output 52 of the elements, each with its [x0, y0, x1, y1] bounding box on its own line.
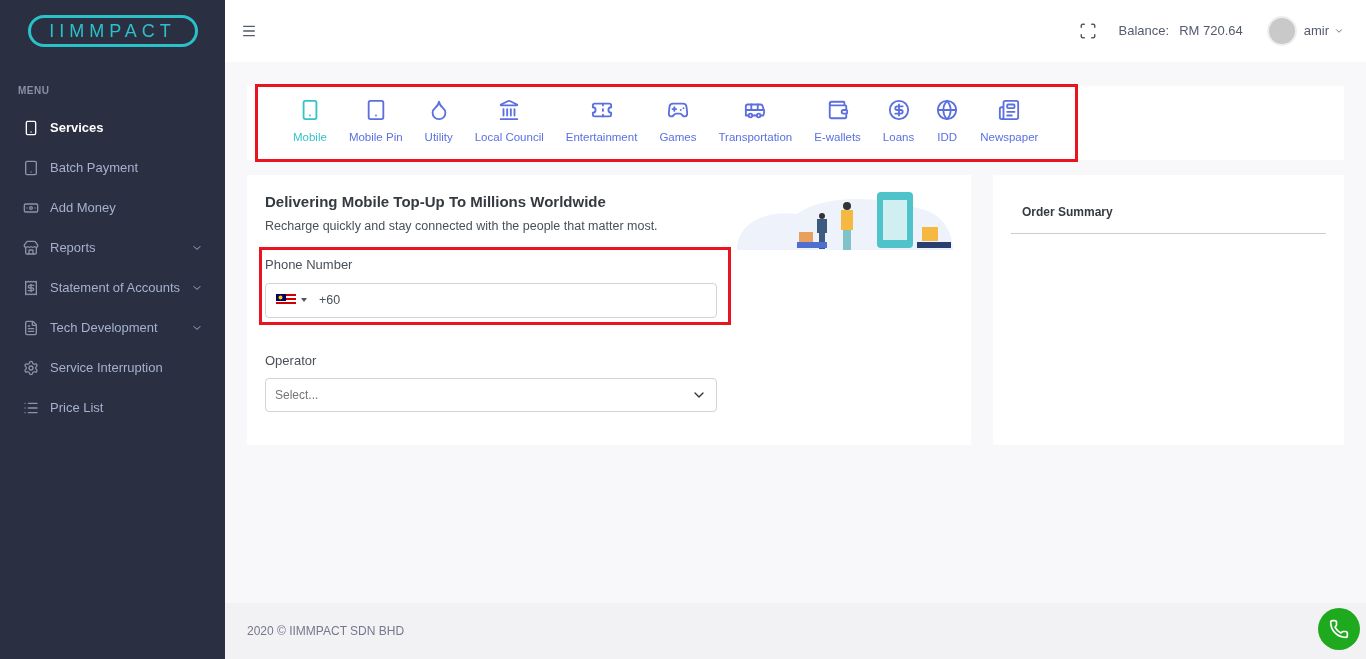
service-tab[interactable]: Loans [871, 99, 926, 147]
sidebar-item[interactable]: Statement of Accounts [0, 268, 225, 308]
card-subtitle: Recharge quickly and stay connected with the people that matter most. [265, 217, 659, 235]
wallet-icon [826, 99, 849, 122]
order-summary-title: Order Summary [1011, 203, 1326, 234]
card-title: Delivering Mobile Top-Up To Millions Worldwide [265, 192, 607, 212]
sidebar-item[interactable]: Price List [0, 388, 225, 428]
caret-icon [301, 298, 307, 302]
flag-icon [276, 294, 296, 306]
coin-icon [887, 99, 910, 122]
phone-icon [1329, 619, 1349, 639]
logo[interactable]: IIMMPACT [27, 15, 198, 47]
service-tab[interactable]: Newspaper [969, 99, 1050, 147]
service-tab[interactable]: Utility [413, 99, 464, 147]
field-label: Phone Number [265, 256, 354, 274]
sidebar-item[interactable]: Add Money [0, 188, 225, 228]
service-tab[interactable]: Entertainment [554, 99, 649, 147]
operator-select[interactable]: Select... [265, 378, 717, 412]
copyright-text: 2020 © IIMMPACT SDN BHD [247, 623, 405, 640]
receipt-icon [23, 280, 39, 296]
list-icon [23, 400, 39, 416]
sidebar-item[interactable]: Tech Development [0, 308, 225, 348]
sidebar-item[interactable]: Reports [0, 228, 225, 268]
user-name[interactable]: amir [1303, 21, 1329, 41]
chevron-icon[interactable] [1334, 26, 1344, 36]
fullscreen-icon[interactable] [1078, 22, 1097, 40]
banknote-icon [23, 200, 39, 216]
service-tab[interactable]: Mobile Pin [337, 99, 414, 147]
phone-input[interactable]: +60 [265, 282, 717, 318]
service-tab[interactable]: Transportation [707, 99, 804, 147]
avatar[interactable] [1266, 16, 1297, 46]
service-tab[interactable]: IDD [925, 99, 970, 147]
menu-heading: MENU [17, 84, 51, 98]
globe-icon [936, 99, 959, 122]
phone-value: +60 [319, 291, 341, 309]
sidebar-item[interactable]: Service Interruption [0, 348, 225, 388]
service-tab[interactable]: Local Council [463, 99, 555, 147]
sidebar-item[interactable]: Services [0, 108, 225, 148]
phone-icon [23, 120, 39, 136]
newspaper-icon [998, 99, 1021, 122]
bank-icon [498, 99, 521, 122]
store-icon [23, 240, 39, 256]
field-label: Operator [265, 351, 318, 370]
tablet-icon [23, 160, 39, 176]
service-tab[interactable]: E-wallets [803, 99, 872, 147]
menu-icon[interactable] [241, 23, 257, 39]
document-icon [23, 320, 39, 336]
sidebar-item[interactable]: Batch Payment [0, 148, 225, 188]
balance-amount: RM 720.64 [1179, 22, 1243, 41]
balance-label: Balance: [1118, 22, 1170, 41]
service-tab[interactable]: Games [648, 99, 708, 147]
settings-icon [23, 360, 39, 376]
